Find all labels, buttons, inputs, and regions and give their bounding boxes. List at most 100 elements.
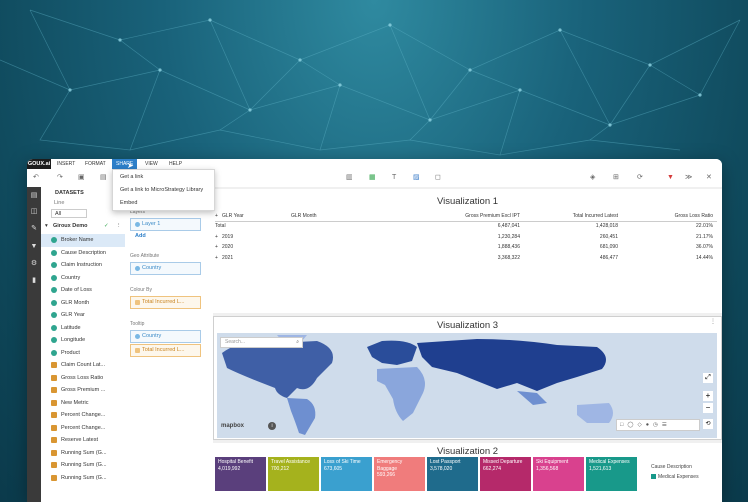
close-icon[interactable]: ✕ — [706, 169, 712, 187]
row-year: 2020 — [222, 244, 234, 250]
dataset-expand-icon[interactable]: ▾ — [45, 223, 48, 229]
row-incurred: 260,451 — [599, 233, 618, 240]
theme-icon[interactable]: ◈ — [590, 169, 595, 187]
polygon-icon[interactable]: ◇ — [637, 422, 645, 428]
dataset-item[interactable]: Gross Premium ... — [41, 384, 125, 397]
tile-label: Missed Departure — [483, 459, 523, 465]
left-nav: ▤ ◫ ✎ ▼ ⚙ ▮ — [27, 187, 41, 502]
treemap-tile[interactable]: Ski Equipment 1,356,568 — [533, 457, 584, 491]
menu-format[interactable]: FORMAT — [81, 159, 110, 169]
visualization-1[interactable]: Visualization 1 + GLR Year GLR Month Gro… — [213, 189, 722, 313]
dataset-item[interactable]: Running Sum (G... — [41, 472, 125, 485]
more-icon[interactable]: ⋮ — [116, 223, 122, 229]
dataset-item[interactable]: New Metric — [41, 397, 125, 410]
fullscreen-icon[interactable]: ⤢ — [703, 373, 713, 383]
reset-view-icon[interactable]: ⟲ — [703, 419, 713, 429]
dataset-item[interactable]: GLR Month — [41, 297, 125, 310]
grid-row[interactable]: +2020 1,888,436 681,090 36.07% — [215, 244, 717, 254]
data-icon[interactable]: ▤ — [100, 169, 107, 187]
collapse-icon[interactable]: ≫ — [685, 169, 692, 187]
world-map[interactable]: Search... ⌕ ⤢ + − ⟲ □◯◇●◷☰ mapbox i — [217, 333, 717, 438]
alert-icon[interactable]: ▼ — [667, 169, 674, 187]
menu-view[interactable]: VIEW — [141, 159, 162, 169]
dataset-item[interactable]: Country — [41, 272, 125, 285]
treemap-tile[interactable]: Loss of Ski Time 673,605 — [321, 457, 372, 491]
stats-icon[interactable]: ▮ — [29, 276, 39, 286]
refresh-icon[interactable]: ⟳ — [637, 169, 643, 187]
dataset-item[interactable]: Cause Description — [41, 247, 125, 260]
header-expand-icon[interactable]: + — [215, 213, 218, 219]
dataset-item[interactable]: GLR Year — [41, 309, 125, 322]
insert-image-icon[interactable]: ▨ — [413, 169, 420, 187]
lasso-icon[interactable]: ◯ — [627, 422, 637, 428]
filter-icon[interactable]: ▼ — [29, 242, 39, 252]
grid-row[interactable]: Total 6,487,041 1,428,018 22.01% — [215, 223, 717, 233]
dataset-item[interactable]: Claim Count Lat... — [41, 359, 125, 372]
embed-item[interactable]: Embed — [120, 200, 137, 206]
menu-insert[interactable]: INSERT — [53, 159, 79, 169]
layer-1-item[interactable]: Layer 1 — [130, 218, 201, 231]
legend-icon[interactable]: ☰ — [662, 422, 671, 428]
grid-row[interactable]: +2019 1,230,284 260,451 21.17% — [215, 234, 717, 244]
row-expand-icon[interactable]: + — [215, 244, 218, 250]
insert-chart-icon[interactable]: ▥ — [346, 169, 353, 187]
mapbox-logo: mapbox — [221, 423, 245, 429]
insert-shape-icon[interactable]: ◻ — [435, 169, 441, 187]
colour-by-drop[interactable]: Total Incurred L... — [130, 296, 201, 309]
dataset-item-label: Date of Loss — [61, 287, 92, 293]
row-expand-icon[interactable]: + — [215, 234, 218, 240]
treemap-tile[interactable]: Missed Departure 662,274 — [480, 457, 531, 491]
clock-icon[interactable]: ◷ — [653, 422, 662, 428]
dataset-item[interactable]: Product — [41, 347, 125, 360]
get-link-item[interactable]: Get a link — [120, 174, 143, 180]
dataset-item[interactable]: Running Sum (G... — [41, 447, 125, 460]
save-icon[interactable]: ▣ — [78, 169, 85, 187]
dataset-item[interactable]: Gross Loss Ratio — [41, 372, 125, 385]
treemap-tile[interactable]: Hospital Benefit 4,019,992 — [215, 457, 266, 491]
dataset-item-label: Longitude — [61, 337, 86, 343]
insert-grid-icon[interactable]: ▦ — [369, 169, 376, 187]
dataset-item[interactable]: Percent Change... — [41, 409, 125, 422]
format-icon[interactable]: ✎ — [29, 224, 39, 234]
insert-text-icon[interactable]: T — [392, 169, 396, 187]
visualization-2[interactable]: Visualization 2 Hospital Benefit 4,019,99… — [213, 443, 722, 502]
circle-select-icon[interactable]: ● — [646, 422, 653, 428]
treemap-tile[interactable]: Travel Assistance 700,212 — [268, 457, 319, 491]
tooltip-country-drop[interactable]: Country — [130, 330, 201, 343]
add-layer-button[interactable]: Add — [135, 233, 146, 239]
dataset-item[interactable]: Date of Loss — [41, 284, 125, 297]
dataset-item[interactable]: Broker Name — [41, 234, 125, 247]
layout-icon[interactable]: ▤ — [29, 191, 39, 201]
zoom-out-button[interactable]: − — [703, 403, 713, 413]
dataset-item[interactable]: Claim Instruction — [41, 259, 125, 272]
treemap-tile[interactable]: Medical Expenses 1,521,613 — [586, 457, 637, 491]
filter-select[interactable]: All — [51, 209, 87, 218]
map-tools-bar[interactable]: □◯◇●◷☰ — [616, 419, 700, 431]
tooltip-metric-drop[interactable]: Total Incurred L... — [130, 344, 201, 357]
viz3-more-icon[interactable]: ⋮ — [710, 318, 716, 325]
settings-icon[interactable]: ⚙ — [29, 259, 39, 269]
present-icon[interactable]: ⊞ — [613, 169, 619, 187]
redo-icon[interactable]: ↷ — [57, 169, 63, 187]
dataset-item[interactable]: Percent Change... — [41, 422, 125, 435]
treemap-tile[interactable]: Emergency Baggage 593,266 — [374, 457, 425, 491]
treemap-tile[interactable]: Lost Passport 3,578,020 — [427, 457, 478, 491]
dataset-item[interactable]: Latitude — [41, 322, 125, 335]
row-expand-icon[interactable]: + — [215, 255, 218, 261]
zoom-in-button[interactable]: + — [703, 391, 713, 401]
get-library-link-item[interactable]: Get a link to MicroStrategy Library — [120, 187, 203, 193]
grid-row[interactable]: +2021 3,368,322 486,477 14.44% — [215, 255, 717, 265]
header-premium: Gross Premium Excl IPT — [465, 213, 520, 219]
mouse-cursor-icon: ➤ — [127, 161, 134, 170]
dataset-item-label: Cause Description — [61, 249, 106, 256]
menu-help[interactable]: HELP — [165, 159, 186, 169]
dataset-item[interactable]: Longitude — [41, 334, 125, 347]
map-search-input[interactable]: Search... ⌕ — [220, 337, 303, 348]
dataset-item[interactable]: Reserve Latest — [41, 434, 125, 447]
info-icon[interactable]: i — [268, 422, 276, 430]
undo-icon[interactable]: ↶ — [33, 169, 39, 187]
database-icon[interactable]: ◫ — [29, 207, 39, 217]
geo-attribute-drop[interactable]: Country — [130, 262, 201, 275]
visualization-3[interactable]: Visualization 3 ⋮ Search... ⌕ ⤢ + − ⟲ □◯… — [213, 316, 722, 440]
dataset-item[interactable]: Running Sum (G... — [41, 459, 125, 472]
